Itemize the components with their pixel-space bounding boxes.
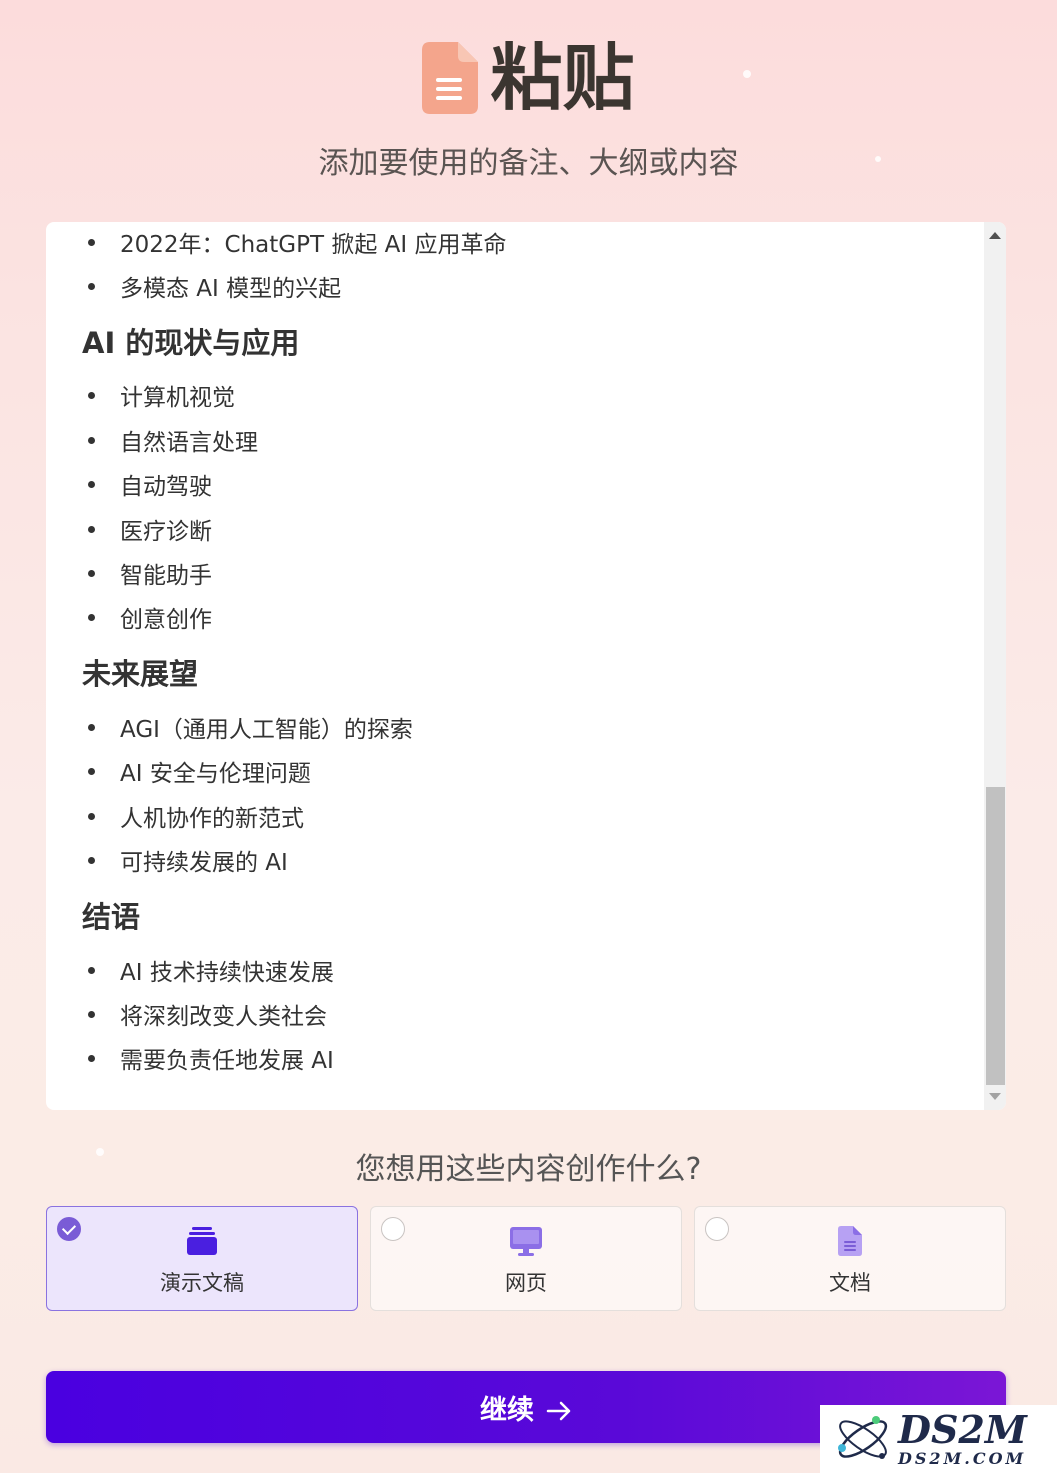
watermark-subtext: DS2M.COM	[898, 1448, 1027, 1468]
list-item: 创意创作	[88, 600, 212, 634]
page-subtitle: 添加要使用的备注、大纲或内容	[318, 146, 739, 181]
atom-logo-icon	[838, 1416, 888, 1459]
scroll-thumb[interactable]	[986, 787, 1005, 1085]
header: 粘贴 添加要使用的备注、大纲或内容	[0, 36, 1057, 182]
option-label: 文档	[829, 1271, 871, 1295]
list-item: AGI（通用人工智能）的探索	[88, 710, 413, 744]
list-item: 自动驾驶	[88, 467, 212, 501]
option-presentation[interactable]: 演示文稿	[46, 1206, 358, 1311]
list-item: 2022年：ChatGPT 掀起 AI 应用革命	[87, 225, 506, 259]
list-item: 医疗诊断	[88, 512, 212, 546]
watermark-logo: DS2M DS2M.COM	[820, 1405, 1057, 1473]
option-webpage[interactable]: 网页	[370, 1206, 682, 1311]
document-icon	[837, 1225, 863, 1261]
watermark-text: DS2M	[898, 1406, 1027, 1452]
content-textarea[interactable]: 2022年：ChatGPT 掀起 AI 应用革命 多模态 AI 模型的兴起 AI…	[46, 222, 1006, 1110]
option-document[interactable]: 文档	[694, 1206, 1006, 1311]
page-title: 粘贴	[490, 36, 635, 120]
list-item: 人机协作的新范式	[88, 799, 304, 833]
option-label: 演示文稿	[160, 1271, 244, 1295]
presentation-stack-icon	[186, 1225, 218, 1261]
list-item: AI 安全与伦理问题	[88, 754, 311, 788]
list-item: 将深刻改变人类社会	[88, 997, 327, 1031]
list-item: 计算机视觉	[88, 378, 235, 412]
section-heading: AI 的现状与应用	[82, 326, 300, 360]
section-heading: 结语	[82, 900, 141, 934]
document-icon	[422, 42, 479, 114]
list-item: 自然语言处理	[88, 423, 258, 457]
continue-label: 继续	[480, 1394, 534, 1426]
list-item: 可持续发展的 AI	[88, 843, 288, 877]
radio-icon[interactable]	[381, 1217, 405, 1241]
monitor-icon	[509, 1225, 543, 1261]
section-heading: 未来展望	[82, 657, 199, 691]
list-item: 需要负责任地发展 AI	[88, 1041, 334, 1075]
scroll-up-icon[interactable]	[989, 232, 1001, 239]
arrow-right-icon	[546, 1397, 572, 1421]
scrollbar[interactable]	[984, 222, 1006, 1110]
list-item: 智能助手	[88, 556, 212, 590]
radio-checked-icon[interactable]	[57, 1217, 81, 1241]
scroll-down-icon[interactable]	[989, 1093, 1001, 1100]
radio-icon[interactable]	[705, 1217, 729, 1241]
list-item: AI 技术持续快速发展	[88, 953, 334, 987]
list-item: 多模态 AI 模型的兴起	[87, 269, 341, 303]
format-question: 您想用这些内容创作什么?	[355, 1152, 702, 1187]
option-label: 网页	[505, 1271, 547, 1295]
